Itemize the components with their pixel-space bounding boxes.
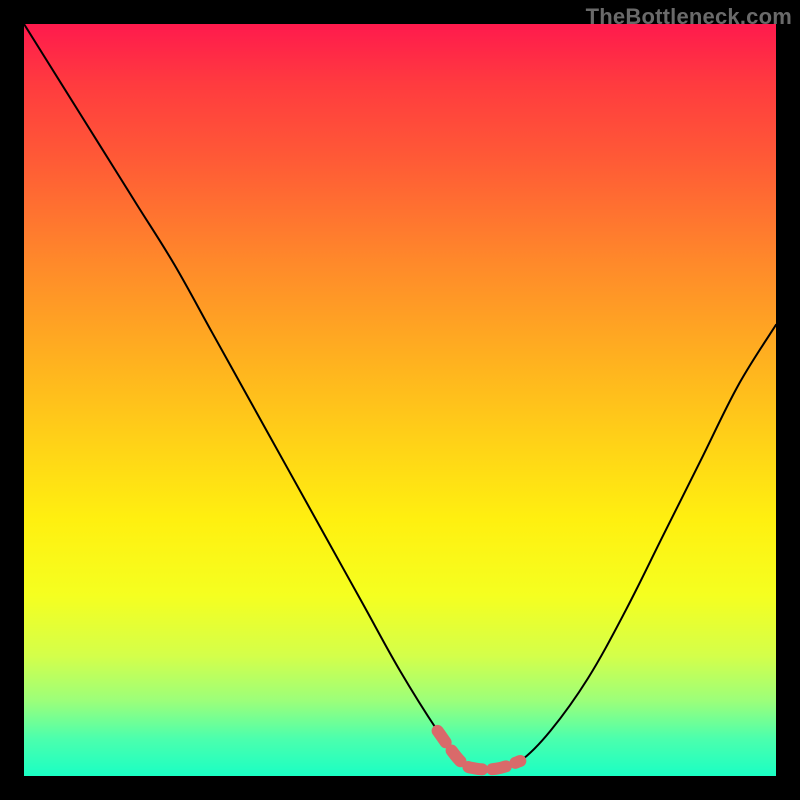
chart-frame: TheBottleneck.com: [0, 0, 800, 800]
trough-highlight: [438, 731, 521, 770]
bottleneck-curve: [24, 24, 776, 769]
chart-svg: [24, 24, 776, 776]
chart-plot-area: [24, 24, 776, 776]
